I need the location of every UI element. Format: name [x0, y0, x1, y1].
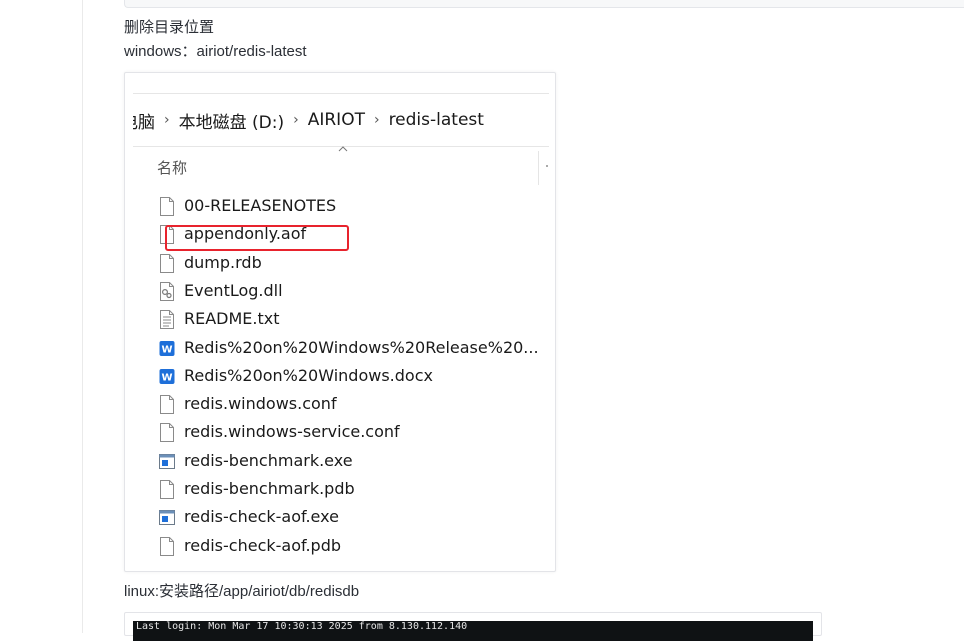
previous-code-block — [124, 0, 964, 8]
sidebar-divider — [82, 0, 83, 633]
file-icon — [159, 197, 175, 216]
file-name: redis.windows-service.conf — [184, 422, 400, 441]
terminal-screen: Last login: Mon Mar 17 10:30:13 2025 fro… — [133, 621, 813, 641]
file-explorer-window: 电脑 › 本地磁盘 (D:) › AIRIOT › redis-latest 名… — [133, 81, 549, 565]
file-name: redis-check-aof.exe — [184, 507, 339, 526]
file-name: 00-RELEASENOTES — [184, 196, 336, 215]
column-resize-dot — [546, 165, 548, 167]
file-row[interactable]: redis-check-aof.exe — [133, 504, 549, 532]
address-bar: 电脑 › 本地磁盘 (D:) › AIRIOT › redis-latest — [133, 93, 549, 147]
file-row[interactable]: redis.windows.conf — [133, 391, 549, 419]
delete-location-heading: 删除目录位置 — [124, 18, 214, 38]
chevron-right-icon: › — [164, 112, 170, 128]
file-name: Redis%20on%20Windows.docx — [184, 366, 433, 385]
file-icon — [159, 254, 175, 273]
file-icon — [159, 395, 175, 414]
sort-ascending-icon — [338, 145, 348, 153]
breadcrumb: 电脑 › 本地磁盘 (D:) › AIRIOT › redis-latest — [133, 94, 484, 146]
text-file-icon — [159, 310, 175, 329]
terminal-login-line: Last login: Mon Mar 17 10:30:13 2025 fro… — [136, 621, 467, 632]
file-name: redis-check-aof.pdb — [184, 536, 341, 555]
highlight-box — [165, 225, 349, 251]
file-icon — [159, 480, 175, 499]
windows-path-text: windows：airiot/redis-latest — [124, 42, 307, 62]
file-name: EventLog.dll — [184, 281, 283, 300]
file-name: redis-check-rdb.exe — [184, 564, 341, 565]
breadcrumb-airiot: AIRIOT — [308, 110, 365, 130]
terminal-screenshot: Last login: Mon Mar 17 10:30:13 2025 fro… — [124, 612, 822, 636]
file-name: dump.rdb — [184, 253, 262, 272]
file-name: redis.windows.conf — [184, 394, 337, 413]
column-header-name: 名称 — [157, 157, 187, 178]
file-name: redis-benchmark.exe — [184, 451, 353, 470]
breadcrumb-this-pc: 电脑 — [133, 108, 155, 133]
file-row[interactable]: redis-benchmark.pdb — [133, 476, 549, 504]
svg-text:W: W — [161, 344, 172, 355]
file-row[interactable]: README.txt — [133, 306, 549, 334]
file-row[interactable]: redis-check-aof.pdb — [133, 533, 549, 561]
file-row[interactable]: redis.windows-service.conf — [133, 419, 549, 447]
column-divider — [538, 151, 539, 185]
svg-text:W: W — [161, 372, 172, 383]
file-row[interactable]: W Redis%20on%20Windows%20Release%20... — [133, 335, 549, 363]
word-icon: W — [159, 367, 175, 386]
file-icon — [159, 537, 175, 556]
file-row[interactable]: redis-benchmark.exe — [133, 448, 549, 476]
breadcrumb-local-disk: 本地磁盘 (D:) — [179, 108, 285, 133]
file-row[interactable]: redis-check-rdb.exe — [133, 561, 549, 565]
dll-icon — [159, 282, 175, 301]
word-icon: W — [159, 339, 175, 358]
file-name: Redis%20on%20Windows%20Release%20... — [184, 338, 539, 357]
chevron-right-icon: › — [374, 112, 380, 128]
linux-path-text: linux:安装路径/app/airiot/db/redisdb — [124, 582, 359, 602]
explorer-screenshot: 电脑 › 本地磁盘 (D:) › AIRIOT › redis-latest 名… — [124, 72, 556, 572]
file-row[interactable]: 00-RELEASENOTES — [133, 193, 549, 221]
exe-icon — [159, 452, 175, 471]
file-row[interactable]: dump.rdb — [133, 250, 549, 278]
file-row[interactable]: EventLog.dll — [133, 278, 549, 306]
file-icon — [159, 423, 175, 442]
breadcrumb-redis-latest: redis-latest — [389, 110, 484, 130]
chevron-right-icon: › — [293, 112, 299, 128]
file-name: README.txt — [184, 309, 280, 328]
exe-icon — [159, 508, 175, 527]
file-name: redis-benchmark.pdb — [184, 479, 355, 498]
file-row[interactable]: W Redis%20on%20Windows.docx — [133, 363, 549, 391]
